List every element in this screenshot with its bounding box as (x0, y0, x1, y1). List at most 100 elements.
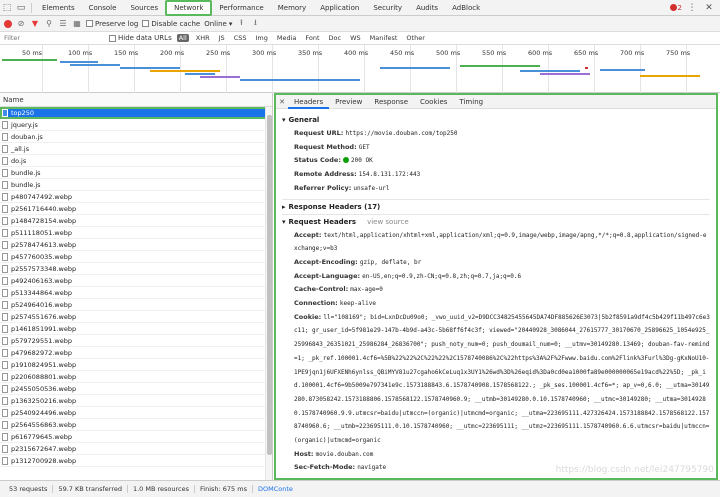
tab-memory[interactable]: Memory (271, 0, 313, 16)
request-row[interactable]: p2574551676.webp (0, 311, 272, 323)
overview-icon[interactable]: ▦ (72, 19, 82, 28)
request-row[interactable]: p1484728154.webp (0, 215, 272, 227)
tab-headers[interactable]: Headers (288, 95, 330, 109)
filter-icon[interactable]: ▼ (30, 19, 40, 28)
request-row[interactable]: p1910824951.webp (0, 359, 272, 371)
hide-data-urls-label: Hide data URLs (118, 34, 172, 42)
request-row[interactable]: p616779645.webp (0, 431, 272, 443)
preserve-log-label: Preserve log (95, 19, 139, 28)
request-row[interactable]: top250 (0, 107, 272, 119)
filter-type-css[interactable]: CSS (232, 34, 249, 42)
device-toolbar-icon[interactable]: ▭ (14, 1, 28, 15)
request-row[interactable]: p457760035.webp (0, 251, 272, 263)
disable-cache-checkbox[interactable]: Disable cache (142, 20, 200, 28)
request-row[interactable]: p2540924496.webp (0, 407, 272, 419)
request-row[interactable]: do.js (0, 155, 272, 167)
request-row[interactable]: p2578474613.webp (0, 239, 272, 251)
view-list-icon[interactable]: ☰ (58, 19, 68, 28)
filter-type-media[interactable]: Media (275, 34, 299, 42)
request-row[interactable]: p524964016.webp (0, 299, 272, 311)
tab-cookies[interactable]: Cookies (414, 95, 453, 109)
request-row[interactable]: _all.js (0, 143, 272, 155)
filter-input[interactable] (4, 33, 104, 43)
disable-cache-label: Disable cache (151, 19, 201, 28)
request-list-scrollbar[interactable] (265, 107, 272, 480)
checkbox[interactable] (86, 20, 93, 27)
request-row[interactable]: p2557573348.webp (0, 263, 272, 275)
search-icon[interactable]: ⚲ (44, 19, 54, 28)
clear-icon[interactable]: ⊘ (16, 19, 26, 28)
request-row[interactable]: p2315672647.webp (0, 443, 272, 455)
checkbox[interactable] (142, 20, 150, 27)
general-section-header[interactable]: ▾ General (282, 116, 710, 124)
filter-type-ws[interactable]: WS (348, 34, 363, 42)
request-row[interactable]: p479682972.webp (0, 347, 272, 359)
throttle-value: Online (204, 19, 227, 28)
timeline-tick-label: 600 ms (528, 49, 553, 57)
close-details-icon[interactable]: ✕ (276, 98, 288, 106)
response-headers-section-header[interactable]: ▸ Response Headers (17) (282, 203, 710, 211)
request-row[interactable]: douban.js (0, 131, 272, 143)
request-row[interactable]: p1312700928.webp (0, 455, 272, 467)
request-row[interactable]: p2455050536.webp (0, 383, 272, 395)
request-row[interactable]: p2564556863.webp (0, 419, 272, 431)
filter-type-manifest[interactable]: Manifest (368, 34, 400, 42)
tab-console[interactable]: Console (82, 0, 124, 16)
inspect-element-icon[interactable]: ⬚ (0, 1, 14, 15)
request-row[interactable]: bundle.js (0, 167, 272, 179)
filter-type-js[interactable]: JS (217, 34, 227, 42)
network-status-bar: 53 requests 59.7 KB transferred 1.0 MB r… (0, 480, 720, 497)
scrollbar-thumb[interactable] (267, 115, 272, 455)
request-row[interactable]: p579729551.webp (0, 335, 272, 347)
request-row[interactable]: p492406163.webp (0, 275, 272, 287)
request-row[interactable]: p513344864.webp (0, 287, 272, 299)
error-badge[interactable]: 2 (669, 4, 682, 12)
file-icon (2, 264, 8, 273)
filter-type-xhr[interactable]: XHR (194, 34, 212, 42)
tab-audits[interactable]: Audits (409, 0, 445, 16)
export-har-icon[interactable]: ⭳ (250, 17, 260, 31)
header-field: Cookie: ll="108169"; bid=LxnDcDu09o0; _v… (282, 311, 710, 448)
request-row[interactable]: p1461851991.webp (0, 323, 272, 335)
request-row[interactable]: p511118051.webp (0, 227, 272, 239)
request-row[interactable]: p2561716440.webp (0, 203, 272, 215)
request-row[interactable]: p1363250216.webp (0, 395, 272, 407)
hide-data-urls-checkbox[interactable]: Hide data URLs (109, 34, 172, 42)
tab-adblock[interactable]: AdBlock (445, 0, 487, 16)
request-row[interactable]: bundle.js (0, 179, 272, 191)
tab-elements[interactable]: Elements (35, 0, 82, 16)
name-column-header[interactable]: Name (0, 93, 272, 107)
filter-type-font[interactable]: Font (303, 34, 321, 42)
file-icon (2, 216, 8, 225)
view-source-link[interactable]: view source (367, 218, 409, 226)
tab-application[interactable]: Application (313, 0, 366, 16)
filter-type-doc[interactable]: Doc (327, 34, 344, 42)
checkbox[interactable] (109, 34, 116, 42)
tab-preview[interactable]: Preview (329, 95, 368, 109)
record-button[interactable] (4, 19, 12, 28)
filter-type-all[interactable]: All (176, 34, 189, 42)
header-key: Accept: (294, 230, 322, 239)
tab-response[interactable]: Response (368, 95, 414, 109)
tab-timing[interactable]: Timing (453, 95, 489, 109)
request-row[interactable]: p480747492.webp (0, 191, 272, 203)
timeline-overview[interactable]: 50 ms 100 ms 150 ms 200 ms 250 ms 300 ms 350 m… (0, 45, 720, 93)
tab-performance[interactable]: Performance (212, 0, 270, 16)
tab-network[interactable]: Network (165, 0, 213, 16)
filter-type-img[interactable]: Img (253, 34, 269, 42)
tab-security[interactable]: Security (366, 0, 409, 16)
more-menu-icon[interactable]: ⋮ (685, 1, 699, 15)
timeline-tick-label: 200 ms (160, 49, 185, 57)
general-fields: Request URL: https://movie.douban.com/to… (282, 127, 710, 196)
close-icon[interactable]: ✕ (702, 1, 716, 15)
header-key: Cookie: (294, 312, 322, 321)
throttle-select[interactable]: Online ▾ (204, 20, 232, 28)
preserve-log-checkbox[interactable]: Preserve log (86, 20, 138, 28)
request-row[interactable]: jquery.js (0, 119, 272, 131)
tab-sources[interactable]: Sources (123, 0, 165, 16)
header-field: Status Code: 200 OK (282, 154, 710, 168)
request-headers-section-header[interactable]: ▾ Request Headers view source (282, 218, 710, 226)
request-row[interactable]: p2206088801.webp (0, 371, 272, 383)
filter-type-other[interactable]: Other (404, 34, 426, 42)
import-har-icon[interactable]: ⭱ (236, 17, 246, 31)
